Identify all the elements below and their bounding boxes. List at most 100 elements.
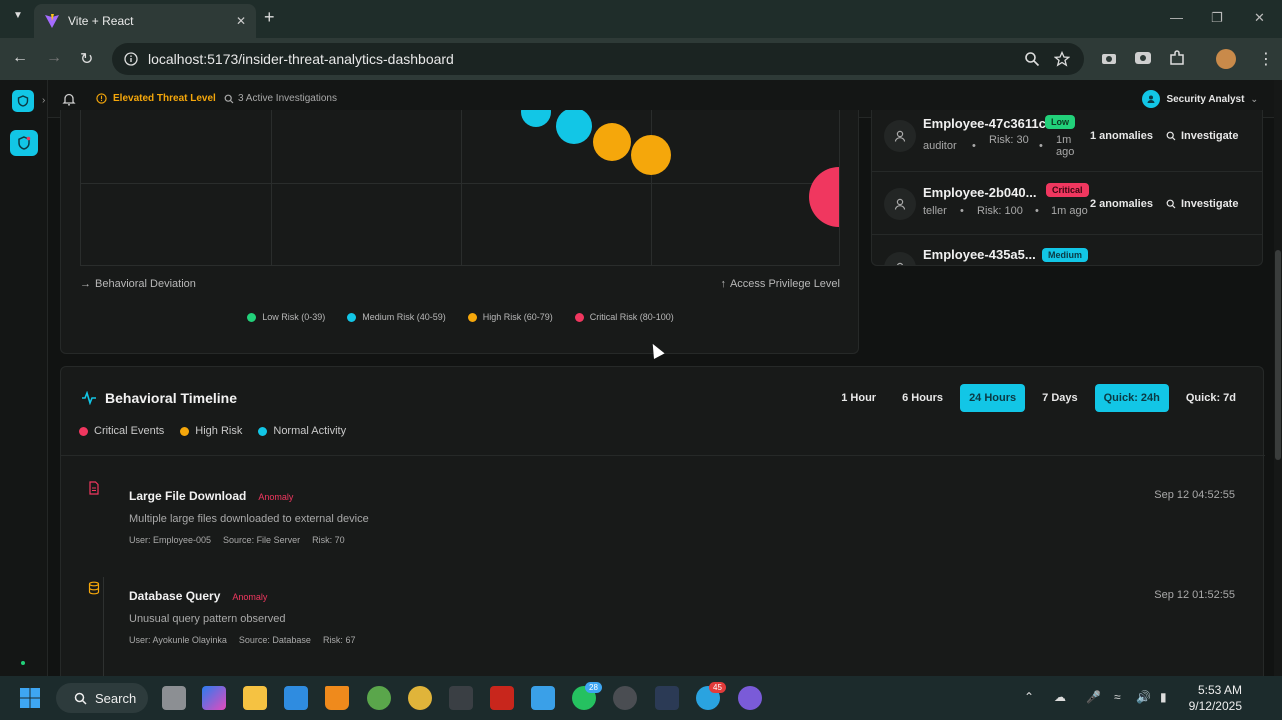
legend-dot <box>180 426 190 436</box>
vscode-icon[interactable] <box>284 686 308 710</box>
microphone-icon[interactable]: 🎤 <box>1086 690 1101 704</box>
search-icon <box>1166 199 1176 209</box>
taskbar-clock[interactable]: 5:53 AM 9/12/2025 <box>1189 682 1242 714</box>
meta-separator: • <box>960 205 964 217</box>
notepad-icon[interactable] <box>531 686 555 710</box>
meta-separator: • <box>972 140 976 152</box>
active-investigations[interactable]: 3 Active Investigations <box>224 93 337 104</box>
user-icon <box>884 120 916 152</box>
terminal-icon[interactable] <box>449 686 473 710</box>
employee-name[interactable]: Employee-435a5... <box>923 247 1036 262</box>
onedrive-icon[interactable]: ☁ <box>1054 690 1066 704</box>
bell-icon[interactable] <box>62 92 76 106</box>
x-axis-label: → Behavioral Deviation <box>80 278 196 290</box>
range-button-6h[interactable]: 6 Hours <box>893 384 952 412</box>
range-button-7d[interactable]: 7 Days <box>1033 384 1086 412</box>
browser-toolbar: ← → ↻ localhost:5173/insider-threat-anal… <box>0 38 1282 80</box>
tab-search-menu[interactable]: ▼ <box>8 10 28 28</box>
timeline-event[interactable]: Database Query Anomaly Unusual query pat… <box>61 581 1265 671</box>
employee-bubble[interactable] <box>809 167 839 227</box>
employee-name[interactable]: Employee-2b040... <box>923 185 1036 200</box>
profile-avatar[interactable] <box>1216 49 1236 69</box>
chrome-icon[interactable] <box>408 686 432 710</box>
close-window-icon[interactable]: ✕ <box>1254 10 1265 26</box>
timeline-event[interactable]: Large File Download Anomaly Multiple lar… <box>61 481 1265 571</box>
legend-dot <box>467 312 477 322</box>
employee-bubble[interactable] <box>521 110 551 127</box>
page-scrollbar[interactable] <box>1274 80 1282 676</box>
quick-range-24h[interactable]: Quick: 24h <box>1094 384 1169 412</box>
minimize-icon[interactable]: — <box>1170 10 1183 25</box>
wifi-icon[interactable]: ≈ <box>1114 690 1121 704</box>
risk-badge: Medium <box>1042 248 1089 262</box>
divider <box>61 455 1265 456</box>
chrome-profile-icon[interactable] <box>367 686 391 710</box>
expand-sidebar-icon[interactable]: › <box>42 95 45 106</box>
address-bar[interactable]: localhost:5173/insider-threat-analytics-… <box>112 43 1084 75</box>
file-icon <box>89 481 99 495</box>
copilot-icon[interactable] <box>202 686 226 710</box>
screen-recorder-extension-icon[interactable] <box>1134 49 1154 69</box>
sidebar-item-dashboard[interactable] <box>10 130 38 156</box>
reload-icon[interactable]: ↻ <box>80 49 93 69</box>
shield-logo-icon[interactable] <box>12 90 34 112</box>
range-button-1h[interactable]: 1 Hour <box>832 384 885 412</box>
grid-line <box>651 110 652 265</box>
bookmark-star-icon[interactable] <box>1054 51 1070 67</box>
quick-range-7d[interactable]: Quick: 7d <box>1177 384 1245 412</box>
media-player-icon[interactable] <box>613 686 637 710</box>
threat-level-text: Elevated Threat Level <box>113 93 216 104</box>
back-icon[interactable]: ← <box>12 49 28 67</box>
restore-icon[interactable]: ❐ <box>1211 10 1223 26</box>
employee-row[interactable]: Employee-435a5... Medium <box>872 236 1262 265</box>
task-view-icon[interactable] <box>162 686 186 710</box>
battery-icon[interactable]: ▮ <box>1160 690 1167 704</box>
telegram-badge: 45 <box>709 682 726 693</box>
audio-editor-icon[interactable] <box>655 686 679 710</box>
github-desktop-icon[interactable] <box>738 686 762 710</box>
employee-last-seen: 1m ago <box>1056 134 1075 158</box>
employee-bubble[interactable] <box>631 135 671 175</box>
windows-start-icon[interactable] <box>18 686 42 710</box>
show-hidden-icons-icon[interactable]: ⌃ <box>1024 690 1034 704</box>
status-online-dot <box>21 661 25 665</box>
extensions-puzzle-icon[interactable] <box>1168 49 1188 69</box>
event-description: Unusual query pattern observed <box>129 613 286 625</box>
taskbar-search[interactable]: Search <box>56 683 148 713</box>
new-tab-button[interactable]: + <box>264 7 275 28</box>
camera-extension-icon[interactable] <box>1100 49 1120 69</box>
investigate-button[interactable]: Investigate <box>1166 130 1238 142</box>
browser-menu-icon[interactable]: ⋮ <box>1258 49 1274 69</box>
site-info-icon[interactable] <box>124 52 138 66</box>
browser-tab[interactable]: Vite + React ✕ <box>34 4 256 38</box>
anomaly-tag: Anomaly <box>232 592 268 602</box>
risk-scatter-plot <box>80 110 840 266</box>
anomaly-count: 1 anomalies <box>1090 130 1153 142</box>
tab-title: Vite + React <box>68 14 134 28</box>
volume-icon[interactable]: 🔊 <box>1136 690 1151 704</box>
employee-bubble[interactable] <box>556 110 592 144</box>
acrobat-icon[interactable] <box>490 686 514 710</box>
risk-badge: Low <box>1045 115 1075 129</box>
zoom-icon[interactable] <box>1024 51 1040 67</box>
investigate-button[interactable]: Investigate <box>1166 198 1238 210</box>
employee-row[interactable]: Employee-2b040... Critical teller • Risk… <box>872 173 1262 235</box>
employee-row[interactable]: Employee-47c3611c Low auditor • Risk: 30… <box>872 110 1262 172</box>
search-icon <box>74 692 87 705</box>
vlc-icon[interactable] <box>325 686 349 710</box>
employee-risk: Risk: 100 <box>977 205 1023 217</box>
employee-bubble[interactable] <box>593 123 631 161</box>
scrollbar-thumb[interactable] <box>1275 250 1281 460</box>
employee-risk: Risk: 30 <box>989 134 1029 146</box>
url-text[interactable]: localhost:5173/insider-threat-analytics-… <box>148 51 454 67</box>
threat-level-indicator: Elevated Threat Level <box>96 93 216 104</box>
close-tab-icon[interactable]: ✕ <box>236 14 246 28</box>
event-meta: User: Ayokunle Olayinka Source: Database… <box>129 635 355 645</box>
forward-icon[interactable]: → <box>46 49 62 67</box>
employee-name[interactable]: Employee-47c3611c <box>923 116 1046 131</box>
user-menu[interactable]: Security Analyst ⌄ <box>1142 90 1258 108</box>
file-explorer-icon[interactable] <box>243 686 267 710</box>
range-button-24h[interactable]: 24 Hours <box>960 384 1026 412</box>
timeline-legend: Critical Events High Risk Normal Activit… <box>79 425 346 437</box>
event-risk: Risk: 70 <box>312 535 345 545</box>
